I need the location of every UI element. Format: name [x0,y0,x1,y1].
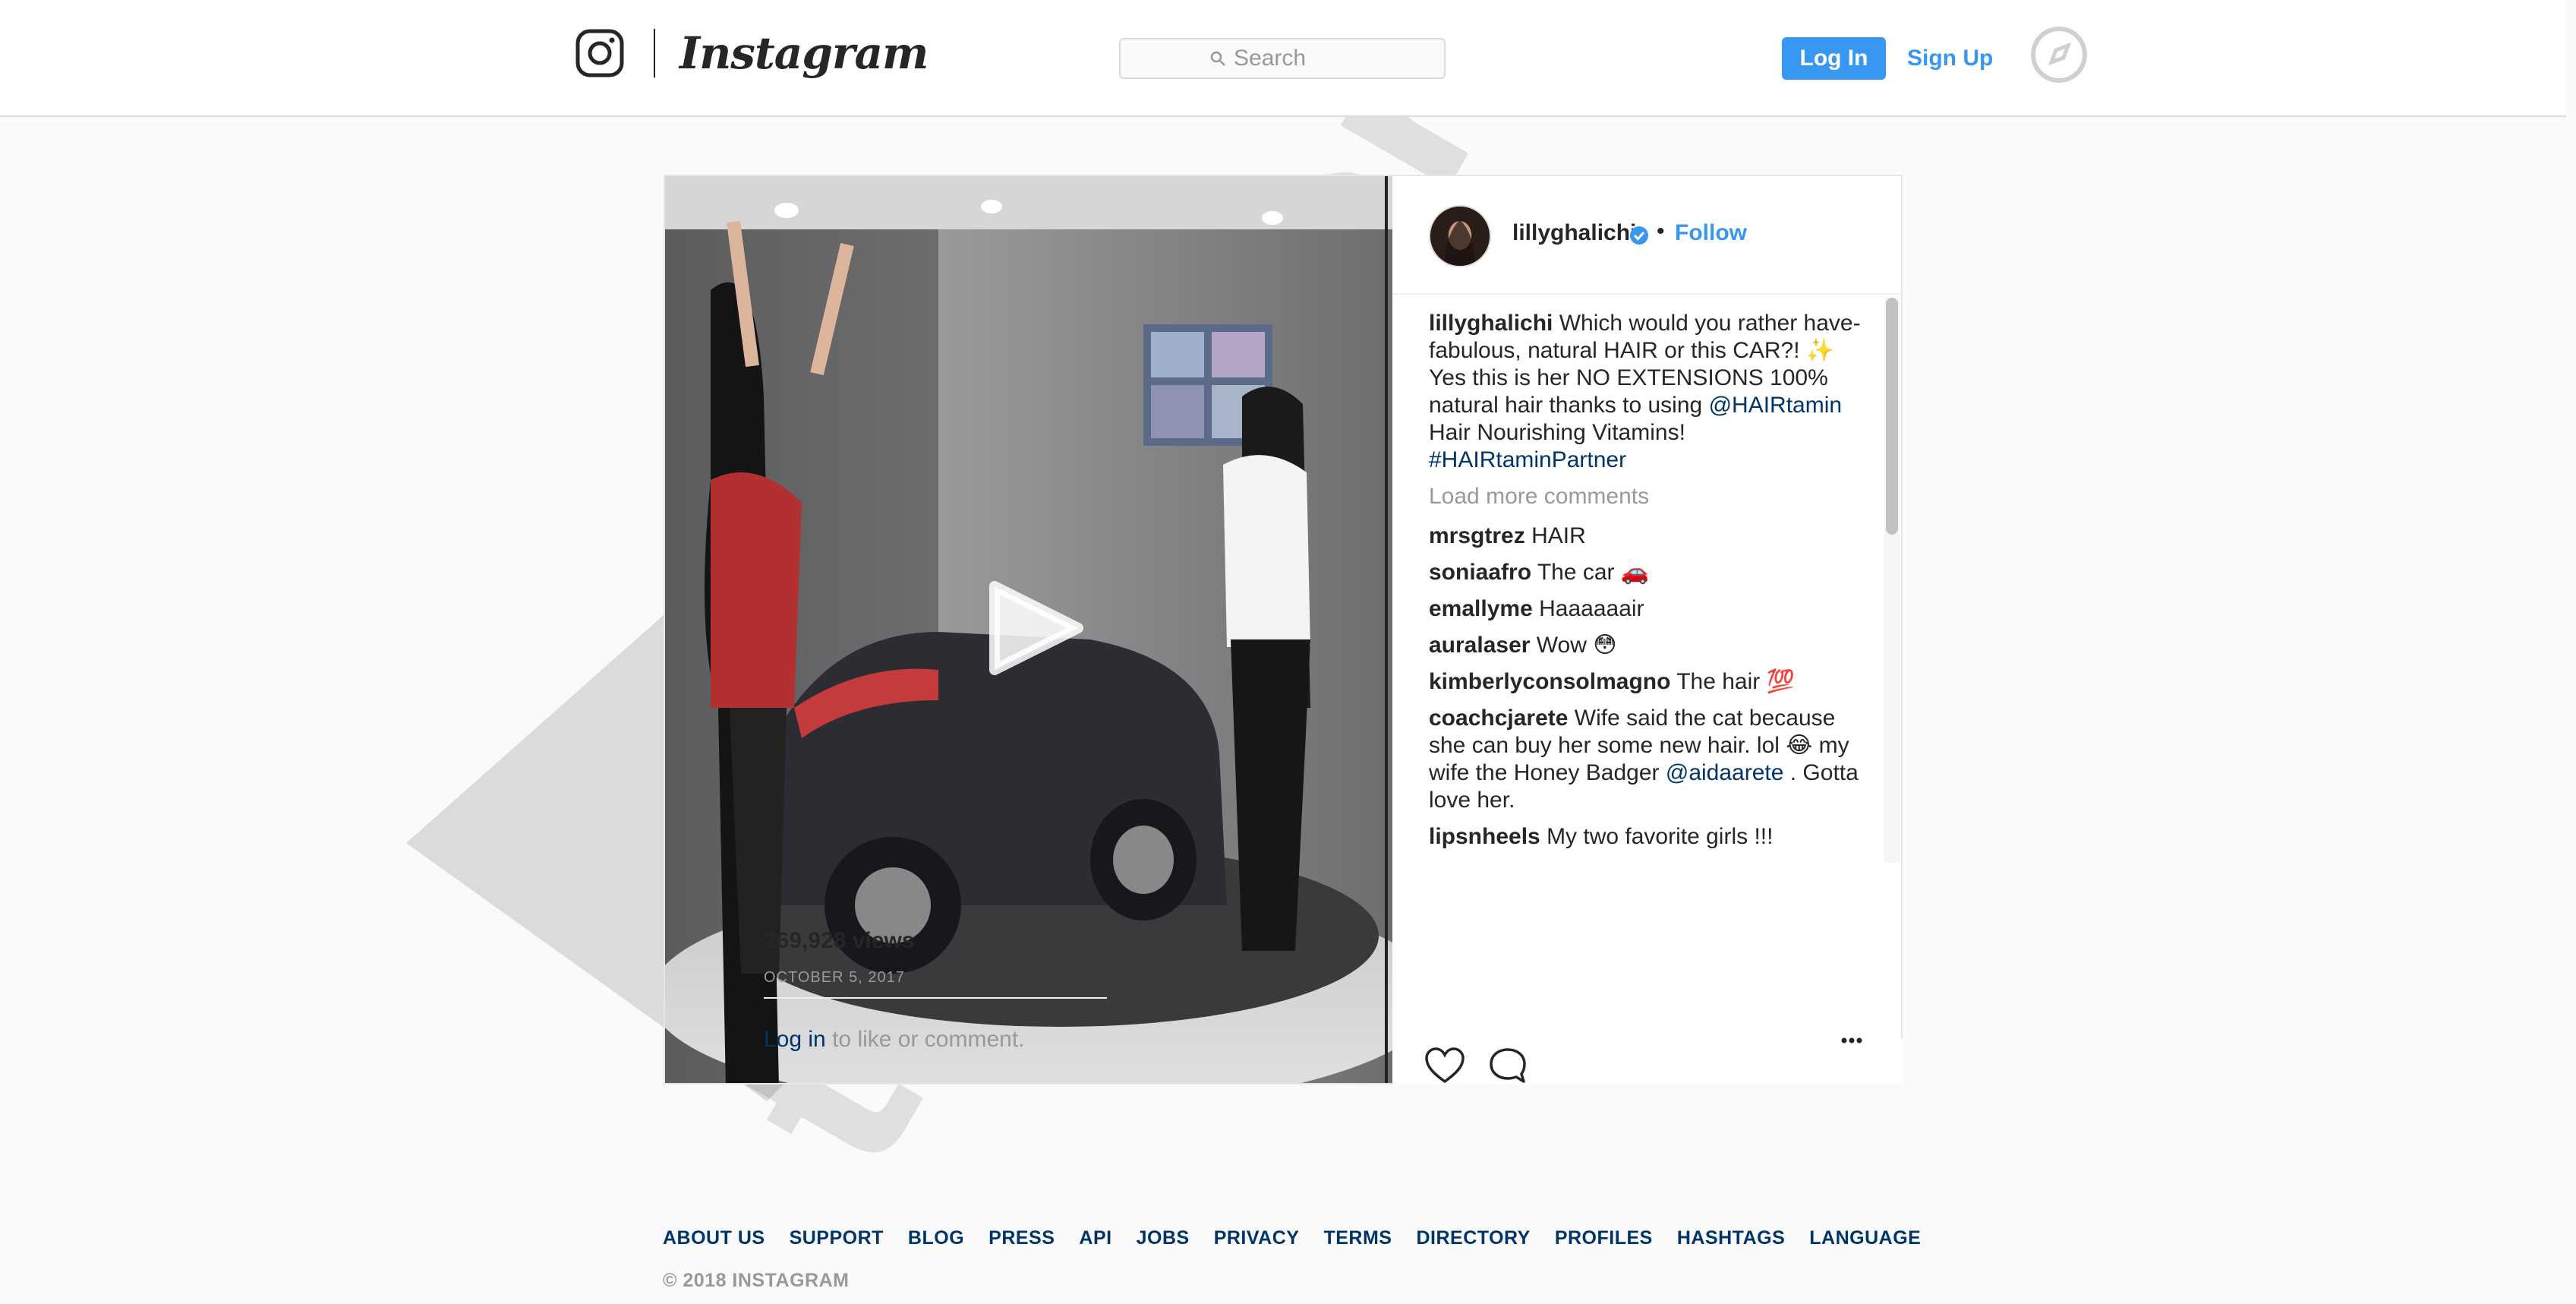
comment-text: The car 🚗 [1537,560,1650,585]
comments-list: lillyghalichi Which would you rather hav… [1429,310,1865,1039]
footer-link-directory[interactable]: DIRECTORY [1416,1227,1530,1249]
footer-link-profiles[interactable]: PROFILES [1555,1227,1653,1249]
comment-text: HAIR [1531,523,1586,548]
footer-links: ABOUT US SUPPORT BLOG PRESS API JOBS PRI… [663,1227,1945,1249]
play-icon[interactable] [985,579,1084,677]
caption-text-2: Hair Nourishing Vitamins! [1429,420,1685,445]
comment-icon[interactable] [1488,1047,1528,1085]
comments-scrollbar-thumb[interactable] [1886,298,1898,535]
comment-text: Haaaaaair [1539,596,1644,621]
comment-username[interactable]: lipsnheels [1429,824,1540,849]
comment-username[interactable]: kimberlyconsolmagno [1429,669,1670,694]
comment-item: mrsgtrez HAIR [1429,523,1865,550]
divider [764,997,1107,999]
comment-username[interactable]: emallyme [1429,596,1533,621]
comment-username[interactable]: coachcjarete [1429,706,1568,731]
login-button[interactable]: Log In [1782,37,1886,80]
footer-link-press[interactable]: PRESS [988,1227,1055,1249]
logo-divider [654,29,655,77]
footer-link-about[interactable]: ABOUT US [663,1227,765,1249]
post-author-bar: lillyghalichi • Follow [1392,176,1903,295]
comment-text: Wow 😳 [1536,633,1617,658]
instagram-camera-icon[interactable] [575,29,624,77]
post-date[interactable]: OCTOBER 5, 2017 [764,969,905,987]
comment-item: lipsnheels My two favorite girls !!! [1429,823,1865,851]
caption: lillyghalichi Which would you rather hav… [1429,310,1865,474]
instagram-wordmark[interactable]: Instagram [679,23,929,84]
search-icon [1210,51,1225,66]
heart-icon[interactable] [1424,1047,1465,1085]
comment-text: The hair 💯 [1676,669,1795,694]
author-username[interactable]: lillyghalichi [1512,220,1636,246]
comment-username[interactable]: auralaser [1429,633,1530,658]
login-prompt-text: to like or comment. [832,1027,1025,1052]
footer-link-api[interactable]: API [1079,1227,1111,1249]
comment-item: emallyme Haaaaaair [1429,595,1865,623]
footer-link-terms[interactable]: TERMS [1323,1227,1392,1249]
comment-item: coachcjarete Wife said the cat because s… [1429,705,1865,814]
separator-dot: • [1657,219,1665,244]
footer-link-jobs[interactable]: JOBS [1137,1227,1190,1249]
footer-link-hashtags[interactable]: HASHTAGS [1677,1227,1785,1249]
author-avatar[interactable] [1429,205,1491,267]
caption-hashtag-link[interactable]: #HAIRtaminPartner [1429,447,1626,472]
footer-link-language[interactable]: LANGUAGE [1809,1227,1921,1249]
caption-mention-link[interactable]: @HAIRtamin [1709,393,1843,418]
compass-icon[interactable] [2029,24,2089,85]
comment-username[interactable]: soniaafro [1429,560,1531,585]
load-more-comments-button[interactable]: Load more comments [1429,483,1865,510]
comment-item: auralaser Wow 😳 [1429,632,1865,659]
comment-item: soniaafro The car 🚗 [1429,559,1865,586]
search-input[interactable] [1234,43,1355,74]
post-actions [1392,1039,1903,1085]
login-link[interactable]: Log in [764,1027,826,1052]
comment-text: My two favorite girls !!! [1547,824,1774,849]
more-options-icon[interactable] [1840,1033,1863,1048]
copyright: © 2018 INSTAGRAM [663,1270,850,1291]
comment-mention-link[interactable]: @aidaarete [1666,760,1784,785]
signup-link[interactable]: Sign Up [1907,37,1993,80]
top-nav-bar: Instagram Log In Sign Up [0,0,2566,117]
login-prompt: Log in to like or comment. [764,1027,1025,1053]
comment-item: kimberlyconsolmagno The hair 💯 [1429,668,1865,696]
search-box[interactable] [1119,38,1446,79]
post-sidebar: lillyghalichi • Follow lillyghalichi Whi… [1392,176,1903,1083]
comment-username[interactable]: mrsgtrez [1429,523,1525,548]
caption-username[interactable]: lillyghalichi [1429,311,1553,336]
follow-button[interactable]: Follow [1675,220,1747,246]
view-count[interactable]: 269,928 views [764,928,915,954]
footer-link-privacy[interactable]: PRIVACY [1214,1227,1300,1249]
verified-badge-icon [1630,226,1648,245]
footer-link-support[interactable]: SUPPORT [790,1227,884,1249]
footer-link-blog[interactable]: BLOG [908,1227,964,1249]
